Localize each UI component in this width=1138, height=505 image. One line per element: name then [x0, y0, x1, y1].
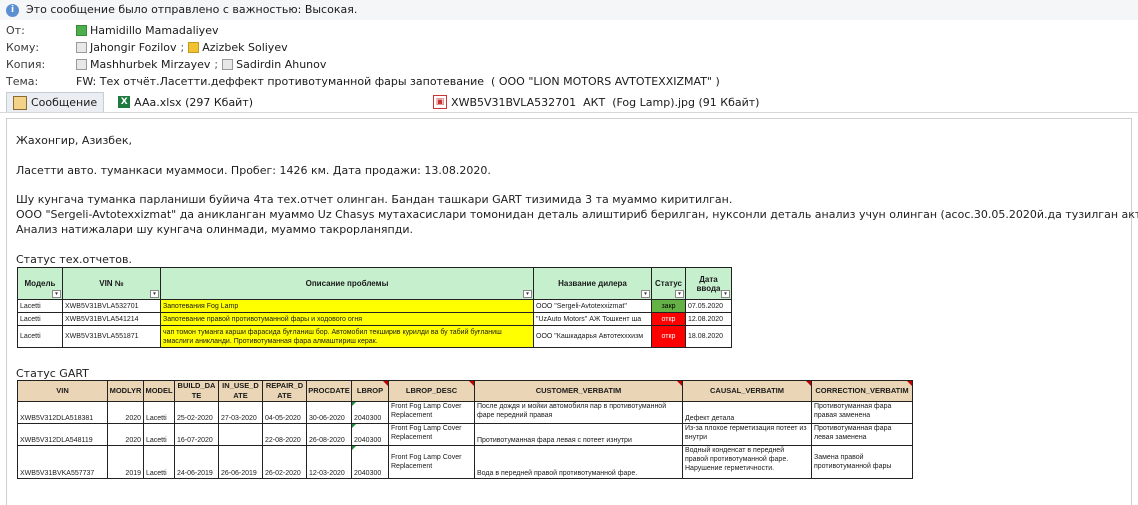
info-icon: i	[6, 3, 19, 17]
table-row: Lacetti XWB5V31BVLA551871 чап томон тума…	[17, 325, 732, 348]
envelope-icon	[13, 95, 27, 110]
sender-contact[interactable]: Hamidillo Mamadaliyev	[76, 22, 218, 39]
column-header[interactable]: Дата ввода ▾	[685, 267, 732, 300]
subject-row: Тема: FW: Тех отчёт.Ласетти.деффект прот…	[6, 73, 1132, 90]
recipient-name: Jahongir Fozilov	[90, 41, 177, 54]
comment-marker	[469, 381, 474, 386]
gart-table: VIN MODLYR MODEL BUILD_DATE IN_USE_DATE …	[17, 380, 913, 479]
presence-unknown-icon	[76, 59, 87, 70]
from-row: От: Hamidillo Mamadaliyev	[6, 22, 1132, 39]
comment-marker	[383, 381, 388, 386]
body-line-1: Ласетти авто. туманкаси муаммоси. Пробег…	[16, 164, 491, 177]
attachment-xlsx[interactable]: X AAa.xlsx (297 Кбайт)	[112, 93, 259, 112]
column-header: CAUSAL_VERBATIM	[682, 380, 812, 402]
message-tabs: Сообщение X AAa.xlsx (297 Кбайт) ▣ XWB5V…	[0, 92, 1138, 113]
table-row: XWB5V312DLA518381 2020 Lacetti 25-02-202…	[17, 401, 913, 424]
filter-icon[interactable]: ▾	[52, 290, 61, 298]
column-header: LBROP	[351, 380, 389, 402]
column-header: VIN	[17, 380, 108, 402]
filter-icon[interactable]: ▾	[721, 290, 730, 298]
tab-message[interactable]: Сообщение	[6, 92, 105, 112]
tab-message-label: Сообщение	[31, 96, 98, 109]
attachment-xlsx-label: AAa.xlsx (297 Кбайт)	[134, 95, 254, 109]
table-row: Lacetti XWB5V31BVLA532701 Запотевания Fo…	[17, 299, 732, 313]
table-row: XWB5V312DLA548119 2020 Lacetti 16-07-202…	[17, 423, 913, 446]
to-row: Кому: Jahongir Fozilov ; Azizbek Soliyev	[6, 39, 1132, 56]
cc-label: Копия:	[6, 58, 46, 71]
presence-unknown-icon	[76, 42, 87, 53]
cc-contact[interactable]: Sadirdin Ahunov	[222, 56, 326, 73]
comment-marker	[907, 381, 912, 386]
table-row: Lacetti XWB5V31BVLA541214 Запотевание пр…	[17, 312, 732, 326]
column-header[interactable]: Описание проблемы ▾	[160, 267, 534, 300]
column-header: LBROP_DESC	[388, 380, 475, 402]
filter-icon[interactable]: ▾	[523, 290, 532, 298]
comment-marker	[806, 381, 811, 386]
subject-text: FW: Тех отчёт.Ласетти.деффект противотум…	[76, 75, 720, 88]
subject-label: Тема:	[6, 75, 39, 88]
column-header[interactable]: VIN № ▾	[62, 267, 161, 300]
comment-marker	[677, 381, 682, 386]
cc-separator: ;	[214, 58, 219, 71]
column-header: CUSTOMER_VERBATIM	[474, 380, 683, 402]
filter-icon[interactable]: ▾	[641, 290, 650, 298]
status-badge: откр	[651, 312, 686, 326]
recipient-contact[interactable]: Jahongir Fozilov	[76, 39, 177, 56]
to-label: Кому:	[6, 41, 40, 54]
presence-unknown-icon	[222, 59, 234, 70]
attachment-jpg-label: XWB5V31BVLA532701 АКТ (Fog Lamp).jpg (91…	[451, 95, 760, 109]
filter-icon[interactable]: ▾	[675, 290, 684, 298]
column-header: CORRECTION_VERBATIM	[811, 380, 913, 402]
importance-infobar: i Это сообщение было отправлено с важнос…	[0, 0, 1138, 20]
column-header[interactable]: Статус ▾	[651, 267, 686, 300]
from-label: От:	[6, 24, 25, 37]
column-header: IN_USE_DATE	[218, 380, 263, 402]
sender-name: Hamidillo Mamadaliyev	[90, 24, 219, 37]
body-line-4: Анализ натижалари шу кунгача олинмади, м…	[16, 223, 413, 236]
importance-notice: Это сообщение было отправлено с важность…	[26, 3, 358, 16]
recipient-separator: ;	[180, 41, 185, 54]
attachment-jpg[interactable]: ▣ XWB5V31BVLA532701 АКТ (Fog Lamp).jpg (…	[427, 93, 765, 112]
recipient-name: Azizbek Soliyev	[202, 41, 288, 54]
column-header: REPAIR_DATE	[262, 380, 307, 402]
image-file-icon: ▣	[433, 95, 448, 109]
filter-icon[interactable]: ▾	[150, 290, 159, 298]
presence-away-icon	[188, 42, 200, 53]
column-header: PROCDATE	[306, 380, 352, 402]
status-badge: закр	[651, 299, 686, 313]
column-header: MODEL	[143, 380, 175, 402]
column-header: MODLYR	[107, 380, 144, 402]
column-header[interactable]: Название дилера ▾	[533, 267, 652, 300]
status-badge: откр	[651, 325, 686, 348]
presence-online-icon	[76, 25, 87, 36]
column-header[interactable]: Модель ▾	[17, 267, 63, 300]
recipient-contact[interactable]: Azizbek Soliyev	[188, 39, 288, 56]
tech-reports-table: Модель ▾ VIN № ▾ Описание проблемы ▾ Назван…	[17, 267, 732, 348]
table-row: XWB5V31BVKA557737 2019 Lacetti 24-06-201…	[17, 445, 913, 479]
cc-name: Mashhurbek Mirzayev	[90, 58, 211, 71]
cc-name: Sadirdin Ahunov	[236, 58, 327, 71]
section-title-gart: Статус GART	[16, 367, 89, 380]
excel-file-icon: X	[118, 96, 131, 108]
body-line-3: ООО "Sergeli-Avtotexxizmat" да аникланга…	[16, 208, 1138, 221]
cc-contact[interactable]: Mashhurbek Mirzayev	[76, 56, 210, 73]
column-header: BUILD_DATE	[174, 380, 219, 402]
body-line-2: Шу кунгача туманка парланиши буйича 4та …	[16, 193, 733, 206]
greeting: Жахонгир, Азизбек,	[16, 134, 132, 147]
cc-row: Копия: Mashhurbek Mirzayev ; Sadirdin Ah…	[6, 56, 1132, 73]
section-title-tech-reports: Статус тех.отчетов.	[16, 253, 132, 266]
